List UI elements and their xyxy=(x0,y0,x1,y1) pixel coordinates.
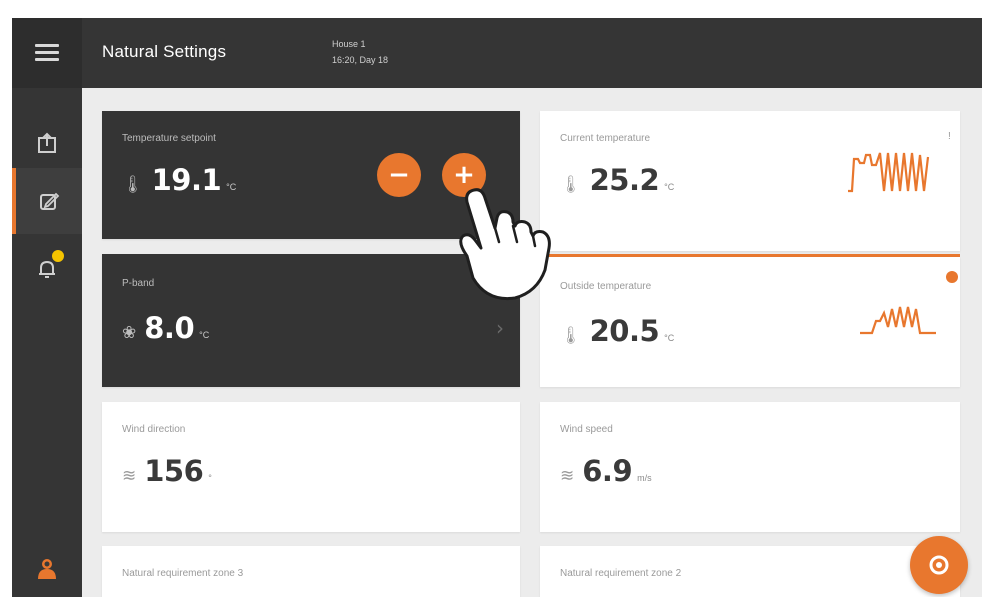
wind-speed-value: 6.9 xyxy=(582,454,633,488)
notification-dot-icon xyxy=(946,271,958,283)
outside-temperature-sparkline xyxy=(860,306,936,335)
outside-temperature-unit: °C xyxy=(664,333,675,343)
sidebar-item-alarms[interactable] xyxy=(12,236,82,302)
hamburger-icon xyxy=(35,44,59,62)
zone3-label: Natural requirement zone 3 xyxy=(122,568,244,579)
alert-badge-icon xyxy=(52,250,64,262)
header-bar: Natural Settings House 1 16:20, Day 18 xyxy=(82,18,982,88)
pband-unit: °C xyxy=(199,330,210,340)
info-mark: ! xyxy=(948,131,951,142)
chevron-right-icon[interactable]: › xyxy=(496,316,504,340)
thermometer-icon: 🌡 xyxy=(560,326,582,346)
decrease-button[interactable]: − xyxy=(377,153,421,197)
page-title: Natural Settings xyxy=(102,42,227,61)
wind-direction-card[interactable]: Wind direction ≋ 156 ° xyxy=(102,402,520,532)
pband-label: P-band xyxy=(122,278,155,289)
house-label: House 1 xyxy=(332,39,366,49)
wind-direction-value: 156 xyxy=(144,454,204,488)
wind-direction-unit: ° xyxy=(208,473,212,483)
zone2-card[interactable]: Natural requirement zone 2 xyxy=(540,546,960,597)
touch-hand-icon xyxy=(459,188,551,301)
current-temperature-label: Current temperature xyxy=(560,133,651,144)
outside-temperature-card[interactable]: Outside temperature 🌡 20.5 °C xyxy=(540,257,960,387)
sidebar-item-export[interactable] xyxy=(12,110,82,176)
user-icon xyxy=(38,558,56,579)
app-frame: Natural Settings House 1 16:20, Day 18 T… xyxy=(12,18,982,597)
sidebar-item-settings[interactable] xyxy=(12,168,82,234)
current-temperature-unit: °C xyxy=(664,182,675,192)
wind-speed-unit: m/s xyxy=(637,473,652,483)
current-temperature-card[interactable]: Current temperature 🌡 25.2 °C ! xyxy=(540,111,960,251)
floating-action-button[interactable] xyxy=(910,536,968,594)
wind-speed-card[interactable]: Wind speed ≋ 6.9 m/s xyxy=(540,402,960,532)
zone2-label: Natural requirement zone 2 xyxy=(560,568,682,579)
time-day-label: 16:20, Day 18 xyxy=(332,55,389,65)
upload-icon xyxy=(38,132,56,153)
sidebar-item-user[interactable] xyxy=(12,538,82,597)
edit-settings-icon xyxy=(40,192,60,210)
wind-icon: ≋ xyxy=(560,466,575,486)
pband-value: 8.0 xyxy=(144,311,195,345)
setpoint-value: 19.1 xyxy=(151,163,222,197)
wind-direction-label: Wind direction xyxy=(122,424,186,435)
outside-temperature-label: Outside temperature xyxy=(560,281,652,292)
thermometer-icon: 🌡 xyxy=(122,175,144,195)
current-temperature-sparkline xyxy=(848,152,930,193)
gear-icon xyxy=(929,555,949,575)
menu-button[interactable] xyxy=(12,18,82,88)
sidebar xyxy=(12,18,82,597)
wind-icon: ≋ xyxy=(122,466,137,486)
zone3-card[interactable]: Natural requirement zone 3 xyxy=(102,546,520,597)
fan-icon: ❀ xyxy=(122,323,137,343)
wind-speed-label: Wind speed xyxy=(560,424,613,435)
setpoint-label: Temperature setpoint xyxy=(122,133,216,144)
current-temperature-value: 25.2 xyxy=(589,163,660,197)
setpoint-unit: °C xyxy=(226,182,237,192)
outside-temperature-value: 20.5 xyxy=(589,314,660,348)
